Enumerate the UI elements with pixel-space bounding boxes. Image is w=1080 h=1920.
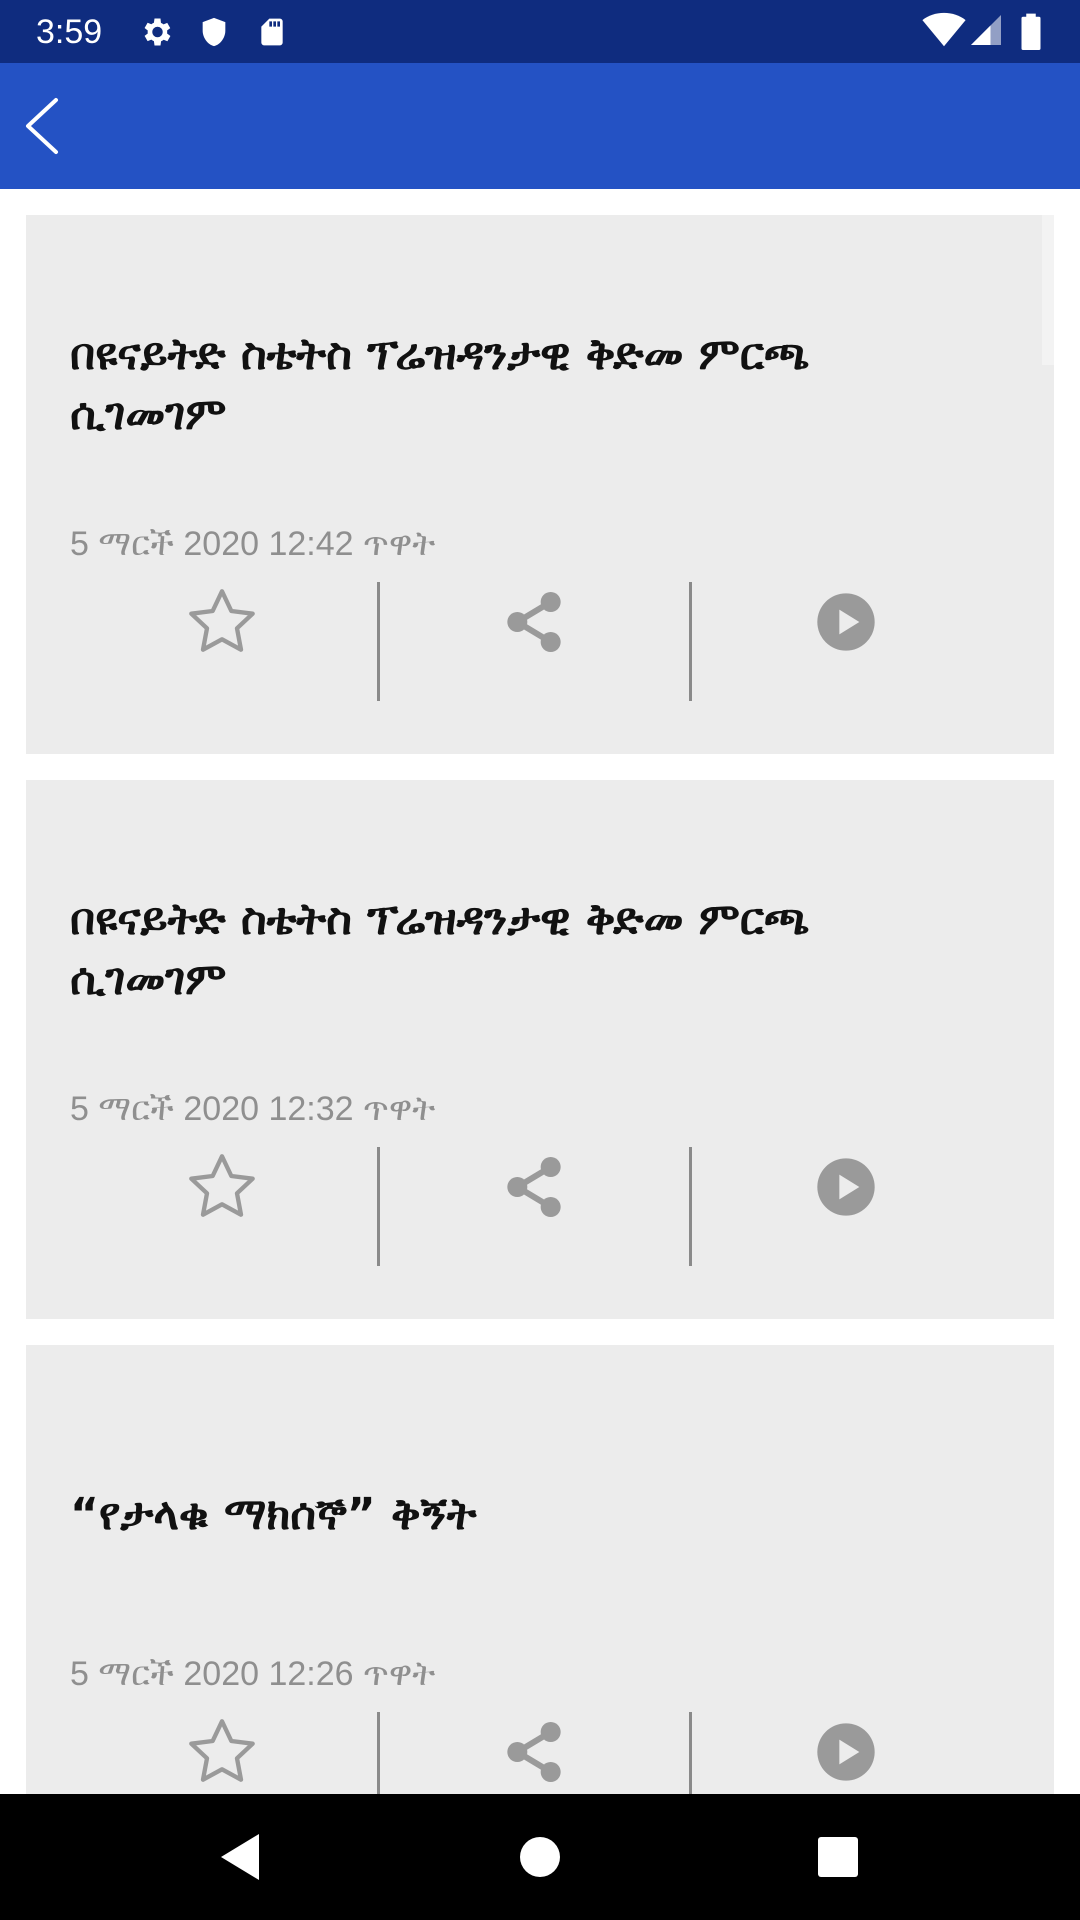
play-button[interactable] [806, 1147, 886, 1227]
article-title[interactable]: በዩናይትድ ስቴትስ ፕሬዝዳንታዊ ቅድመ ምርጫ ሲገመገም [70, 860, 970, 1040]
star-icon [189, 589, 255, 652]
article-card[interactable]: በዩናይትድ ስቴትስ ፕሬዝዳንታዊ ቅድመ ምርጫ ሲገመገም 5 ማርች … [26, 780, 1054, 1319]
share-icon [507, 1157, 561, 1217]
nav-back-icon [221, 1834, 259, 1880]
back-arrow-icon [26, 98, 58, 154]
nav-home-button[interactable] [505, 1822, 575, 1892]
nav-recents-icon [818, 1837, 858, 1877]
article-card[interactable]: “የታላቁ ማክሰኞ” ቅኝት 5 ማርች 2020 12:26 ጥዋት [26, 1345, 1054, 1794]
favorite-button[interactable] [182, 1712, 262, 1792]
status-bar: 3:59 [0, 0, 1080, 63]
app-bar [0, 63, 1080, 189]
action-divider [689, 1712, 692, 1794]
play-button[interactable] [806, 1712, 886, 1792]
system-nav-bar [0, 1794, 1080, 1920]
favorite-button[interactable] [182, 1147, 262, 1227]
gear-icon [138, 14, 174, 54]
wifi-icon [922, 12, 966, 52]
share-icon [507, 1722, 561, 1782]
article-date: 5 ማርች 2020 12:42 ጥዋት [70, 525, 436, 563]
signal-icon [968, 12, 1004, 52]
battery-icon [1018, 12, 1044, 54]
article-date: 5 ማርች 2020 12:32 ጥዋት [70, 1090, 436, 1128]
action-divider [377, 582, 380, 701]
back-button[interactable] [14, 90, 86, 162]
star-icon [189, 1154, 255, 1217]
play-icon [817, 1158, 875, 1216]
share-button[interactable] [494, 1712, 574, 1792]
article-title[interactable]: “የታላቁ ማክሰኞ” ቅኝት [70, 1425, 970, 1605]
nav-back-button[interactable] [205, 1822, 275, 1892]
article-title[interactable]: በዩናይትድ ስቴትስ ፕሬዝዳንታዊ ቅድመ ምርጫ ሲገመገም [70, 295, 970, 475]
action-divider [689, 1147, 692, 1266]
favorite-button[interactable] [182, 582, 262, 662]
article-list[interactable]: በዩናይትድ ስቴትስ ፕሬዝዳንታዊ ቅድመ ምርጫ ሲገመገም 5 ማርች … [0, 189, 1080, 1794]
action-divider [377, 1147, 380, 1266]
sd-card-icon [256, 14, 288, 54]
nav-home-icon [520, 1837, 560, 1877]
play-icon [817, 1723, 875, 1781]
star-icon [189, 1719, 255, 1782]
play-icon [817, 593, 875, 651]
article-date: 5 ማርች 2020 12:26 ጥዋት [70, 1655, 436, 1693]
status-time: 3:59 [36, 13, 103, 51]
article-card[interactable]: በዩናይትድ ስቴትስ ፕሬዝዳንታዊ ቅድመ ምርጫ ሲገመገም 5 ማርች … [26, 215, 1054, 754]
share-icon [507, 592, 561, 652]
shield-icon [197, 14, 231, 54]
play-button[interactable] [806, 582, 886, 662]
share-button[interactable] [494, 1147, 574, 1227]
share-button[interactable] [494, 582, 574, 662]
scroll-indicator [1042, 215, 1054, 365]
nav-recents-button[interactable] [803, 1822, 873, 1892]
action-divider [377, 1712, 380, 1794]
action-divider [689, 582, 692, 701]
